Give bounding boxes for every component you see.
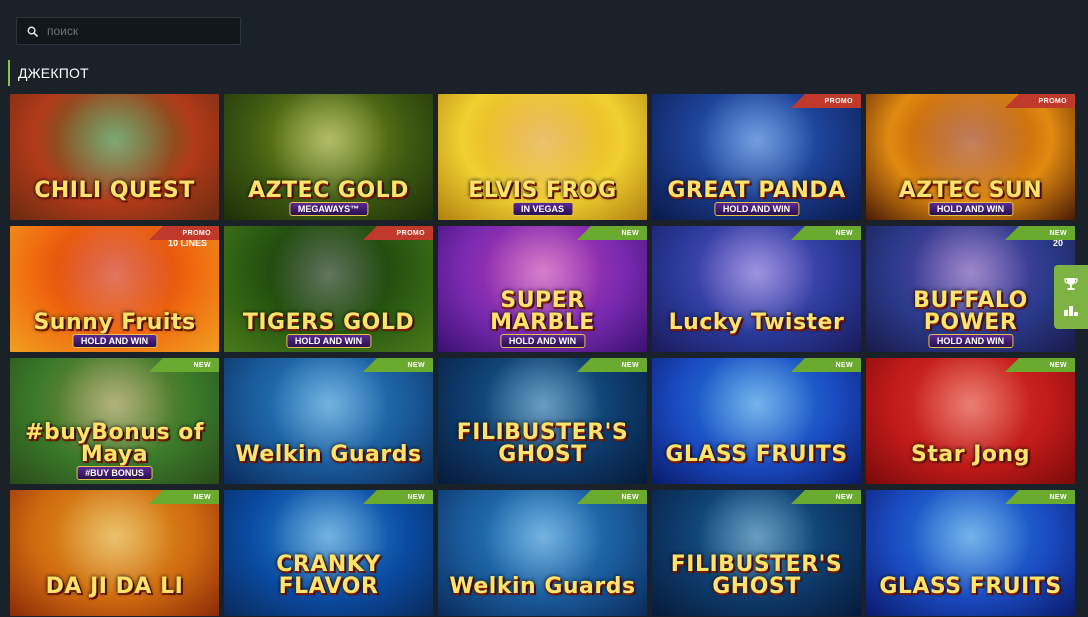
- game-title: TIGERS GOLD: [242, 310, 415, 335]
- game-title: AZTEC GOLD: [248, 178, 409, 203]
- game-title: Welkin Guards: [235, 442, 422, 467]
- game-tile[interactable]: Sunny Fruits HOLD AND WIN 10 LINES PROMO: [10, 226, 219, 352]
- game-title: Welkin Guards: [449, 574, 636, 599]
- game-subtitle: HOLD AND WIN: [71, 334, 158, 348]
- game-tile[interactable]: FILIBUSTER'S GHOST NEW: [438, 358, 647, 484]
- game-tile[interactable]: BUFFALO POWER HOLD AND WIN 20 NEW: [866, 226, 1075, 352]
- game-tile[interactable]: ELVIS FROG IN VEGAS: [438, 94, 647, 220]
- game-tile[interactable]: #buyBonus of Maya #BUY BONUS NEW: [10, 358, 219, 484]
- game-title: Sunny Fruits: [33, 310, 196, 335]
- game-tile[interactable]: CHILI QUEST: [10, 94, 219, 220]
- trophy-icon[interactable]: [1060, 273, 1082, 295]
- game-subtitle: HOLD AND WIN: [285, 334, 372, 348]
- side-widget: [1054, 265, 1088, 329]
- game-title: GREAT PANDA: [667, 178, 846, 203]
- game-tile[interactable]: CRANKY FLAVOR NEW: [224, 490, 433, 616]
- game-grid: CHILI QUEST AZTEC GOLD MEGAWAYS™ ELVIS FROG…: [10, 94, 1075, 616]
- search-input[interactable]: [47, 18, 240, 44]
- game-title: BUFFALO POWER: [913, 288, 1028, 335]
- game-subtitle: HOLD AND WIN: [927, 202, 1014, 216]
- section-title-text: ДЖЕКПОТ: [18, 65, 89, 81]
- game-subtitle: HOLD AND WIN: [927, 334, 1014, 348]
- game-title: CHILI QUEST: [34, 178, 195, 203]
- game-tile[interactable]: Star Jong NEW: [866, 358, 1075, 484]
- game-tile[interactable]: GLASS FRUITS NEW: [866, 490, 1075, 616]
- game-subtitle: #BUY BONUS: [76, 466, 153, 480]
- game-title: CRANKY FLAVOR: [276, 552, 381, 599]
- game-tile[interactable]: TIGERS GOLD HOLD AND WIN PROMO: [224, 226, 433, 352]
- game-tile[interactable]: Welkin Guards NEW: [438, 490, 647, 616]
- game-title: FILIBUSTER'S GHOST: [670, 552, 843, 599]
- search-icon: [17, 18, 47, 44]
- game-subtitle: HOLD AND WIN: [713, 202, 800, 216]
- game-title: GLASS FRUITS: [665, 442, 848, 467]
- search-box[interactable]: [16, 17, 241, 45]
- game-title: AZTEC SUN: [898, 178, 1043, 203]
- game-title: ELVIS FROG: [468, 178, 617, 203]
- game-tile[interactable]: SUPER MARBLE HOLD AND WIN NEW: [438, 226, 647, 352]
- game-subtitle: MEGAWAYS™: [288, 202, 369, 216]
- game-title: #buyBonus of Maya: [25, 420, 204, 467]
- section-title: ДЖЕКПОТ: [8, 60, 89, 86]
- casino-page: ДЖЕКПОТ CHILI QUESTAZTEC GOLDMEGAWAYS™EL…: [0, 0, 1088, 617]
- game-tile[interactable]: AZTEC GOLD MEGAWAYS™: [224, 94, 433, 220]
- game-tile[interactable]: FILIBUSTER'S GHOST NEW: [652, 490, 861, 616]
- game-title: DA JI DA LI: [45, 574, 184, 599]
- game-title: Star Jong: [911, 442, 1030, 467]
- game-tile[interactable]: Welkin Guards NEW: [224, 358, 433, 484]
- leaderboard-icon[interactable]: [1060, 299, 1082, 321]
- game-tile[interactable]: GREAT PANDA HOLD AND WIN PROMO: [652, 94, 861, 220]
- game-subtitle: HOLD AND WIN: [499, 334, 586, 348]
- game-title: GLASS FRUITS: [879, 574, 1062, 599]
- game-tile[interactable]: Lucky Twister NEW: [652, 226, 861, 352]
- game-tile[interactable]: AZTEC SUN HOLD AND WIN PROMO: [866, 94, 1075, 220]
- game-title: SUPER MARBLE: [490, 288, 595, 335]
- game-title: Lucky Twister: [668, 310, 845, 335]
- game-tile[interactable]: DA JI DA LI NEW: [10, 490, 219, 616]
- game-subtitle: IN VEGAS: [511, 202, 574, 216]
- game-title: FILIBUSTER'S GHOST: [456, 420, 629, 467]
- game-tile[interactable]: GLASS FRUITS NEW: [652, 358, 861, 484]
